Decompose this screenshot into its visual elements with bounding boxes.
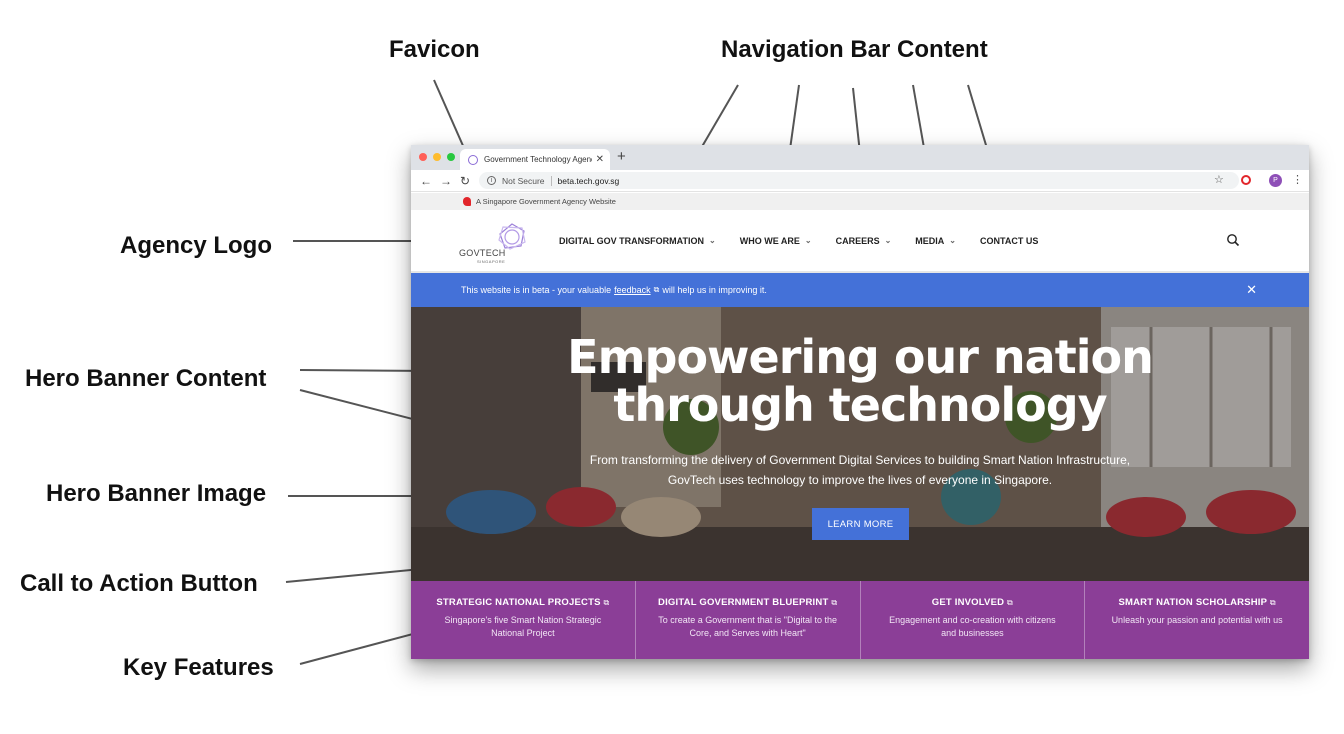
new-tab-button[interactable]: + bbox=[617, 149, 626, 165]
main-nav: DIGITAL GOV TRANSFORMATION ⌄ WHO WE ARE … bbox=[559, 210, 1062, 271]
close-window-button[interactable] bbox=[419, 153, 427, 161]
feature-get-involved[interactable]: GET INVOLVED ⧉ Engagement and co-creatio… bbox=[861, 581, 1086, 659]
annotation-favicon: Favicon bbox=[389, 36, 480, 63]
profile-avatar[interactable]: P bbox=[1269, 174, 1282, 187]
nav-item-label: WHO WE ARE bbox=[739, 235, 800, 246]
chevron-down-icon: ⌄ bbox=[804, 236, 812, 245]
url-text: beta.tech.gov.sg bbox=[557, 175, 620, 186]
external-link-icon: ⧉ bbox=[1269, 598, 1276, 607]
site-navigation: GOVTECH SINGAPORE DIGITAL GOV TRANSFORMA… bbox=[411, 210, 1309, 273]
minimize-window-button[interactable] bbox=[433, 153, 441, 161]
annotation-navigation: Navigation Bar Content bbox=[721, 36, 988, 63]
nav-item-contact-us[interactable]: CONTACT US bbox=[980, 236, 1038, 246]
feature-description: Singapore's five Smart Nation Strategic … bbox=[444, 615, 602, 638]
nav-item-media[interactable]: MEDIA ⌄ bbox=[915, 236, 956, 246]
hero-title: Empowering our nation through technology bbox=[411, 333, 1309, 429]
hero-description-line-2: GovTech uses technology to improve the l… bbox=[667, 473, 1053, 487]
beta-text-after: will help us in improving it. bbox=[662, 285, 767, 295]
feature-description: Unleash your passion and potential with … bbox=[1111, 615, 1283, 625]
feature-title-text: GET INVOLVED bbox=[931, 597, 1005, 608]
annotation-hero-content: Hero Banner Content bbox=[25, 365, 267, 392]
feature-digital-government-blueprint[interactable]: DIGITAL GOVERNMENT BLUEPRINT ⧉ To create… bbox=[636, 581, 861, 659]
tab-strip: Government Technology Agency ✕ + bbox=[411, 145, 1309, 170]
nav-item-label: CAREERS bbox=[835, 235, 880, 246]
agency-logo[interactable]: GOVTECH SINGAPORE bbox=[457, 222, 531, 266]
nav-item-who-we-are[interactable]: WHO WE ARE ⌄ bbox=[740, 236, 812, 246]
nav-item-digital-gov-transformation[interactable]: DIGITAL GOV TRANSFORMATION ⌄ bbox=[559, 236, 716, 246]
gov-masthead: A Singapore Government Agency Website bbox=[411, 193, 1309, 210]
feature-title: DIGITAL GOVERNMENT BLUEPRINT ⧉ bbox=[656, 596, 840, 609]
feature-description: Engagement and co-creation with citizens… bbox=[889, 615, 1056, 638]
learn-more-button[interactable]: LEARN MORE bbox=[812, 508, 909, 540]
annotation-hero-image: Hero Banner Image bbox=[46, 480, 267, 507]
feature-smart-nation-scholarship[interactable]: SMART NATION SCHOLARSHIP ⧉ Unleash your … bbox=[1085, 581, 1309, 659]
annotation-agency-logo: Agency Logo bbox=[120, 232, 273, 259]
security-label: Not Secure bbox=[502, 175, 545, 186]
feature-title: GET INVOLVED ⧉ bbox=[881, 596, 1065, 609]
hero-title-line-2: through technology bbox=[613, 378, 1107, 432]
browser-menu-icon[interactable]: ⋮ bbox=[1292, 173, 1303, 186]
feedback-link[interactable]: feedback bbox=[614, 285, 651, 295]
external-link-icon: ⧉ bbox=[653, 285, 660, 294]
logo-text: GOVTECH bbox=[459, 248, 506, 258]
beta-text-before: This website is in beta - your valuable bbox=[461, 285, 612, 295]
forward-icon[interactable]: → bbox=[440, 173, 452, 189]
feature-strategic-national-projects[interactable]: STRATEGIC NATIONAL PROJECTS ⧉ Singapore'… bbox=[411, 581, 636, 659]
tab-title: Government Technology Agency bbox=[484, 155, 592, 164]
annotation-cta: Call to Action Button bbox=[20, 570, 258, 597]
nav-item-label: MEDIA bbox=[915, 235, 945, 246]
chevron-down-icon: ⌄ bbox=[884, 236, 892, 245]
beta-banner: This website is in beta - your valuable … bbox=[411, 273, 1309, 307]
back-icon[interactable]: ← bbox=[420, 173, 432, 189]
feature-description: To create a Government that is "Digital … bbox=[658, 615, 838, 638]
bookmark-star-icon[interactable]: ☆ bbox=[1214, 173, 1224, 186]
external-link-icon: ⧉ bbox=[831, 598, 838, 607]
opera-extension-icon[interactable] bbox=[1241, 175, 1251, 185]
browser-window: Government Technology Agency ✕ + ← → ↻ i… bbox=[411, 145, 1309, 659]
hero-title-line-1: Empowering our nation bbox=[567, 330, 1154, 384]
url-separator bbox=[550, 175, 552, 186]
lion-head-icon bbox=[463, 197, 471, 206]
external-link-icon: ⧉ bbox=[1007, 598, 1013, 607]
nav-item-label: CONTACT US bbox=[980, 235, 1039, 246]
close-banner-icon[interactable]: ✕ bbox=[1246, 282, 1257, 298]
external-link-icon: ⧉ bbox=[603, 598, 610, 607]
feature-title: SMART NATION SCHOLARSHIP ⧉ bbox=[1105, 596, 1289, 609]
browser-tab[interactable]: Government Technology Agency ✕ bbox=[460, 149, 610, 170]
feature-title-text: STRATEGIC NATIONAL PROJECTS bbox=[436, 597, 601, 608]
masthead-text: A Singapore Government Agency Website bbox=[476, 197, 616, 206]
feature-title-text: SMART NATION SCHOLARSHIP bbox=[1118, 597, 1268, 608]
tab-close-icon[interactable]: ✕ bbox=[596, 154, 604, 165]
maximize-window-button[interactable] bbox=[447, 153, 455, 161]
favicon-icon bbox=[468, 154, 478, 165]
hero-description: From transforming the delivery of Govern… bbox=[571, 450, 1149, 490]
info-icon[interactable]: i bbox=[487, 176, 496, 185]
chevron-down-icon: ⌄ bbox=[709, 236, 716, 245]
nav-item-label: DIGITAL GOV TRANSFORMATION bbox=[559, 235, 704, 246]
annotation-key-features: Key Features bbox=[123, 654, 274, 681]
hero-description-line-1: From transforming the delivery of Govern… bbox=[589, 453, 1131, 467]
chevron-down-icon: ⌄ bbox=[949, 236, 956, 245]
key-features: STRATEGIC NATIONAL PROJECTS ⧉ Singapore'… bbox=[411, 581, 1309, 659]
search-icon[interactable] bbox=[1226, 233, 1240, 247]
logo-subtext: SINGAPORE bbox=[477, 259, 506, 264]
hero-banner: Empowering our nation through technology… bbox=[411, 307, 1309, 581]
govtech-logo-mark-icon bbox=[498, 223, 526, 250]
reload-icon[interactable]: ↻ bbox=[460, 173, 470, 189]
address-bar: ← → ↻ i Not Secure beta.tech.gov.sg ☆ P … bbox=[411, 170, 1309, 192]
feature-title: STRATEGIC NATIONAL PROJECTS ⧉ bbox=[431, 596, 615, 609]
feature-title-text: DIGITAL GOVERNMENT BLUEPRINT bbox=[658, 597, 829, 608]
nav-item-careers[interactable]: CAREERS ⌄ bbox=[836, 236, 892, 246]
url-field[interactable]: i Not Secure beta.tech.gov.sg bbox=[479, 172, 1239, 189]
